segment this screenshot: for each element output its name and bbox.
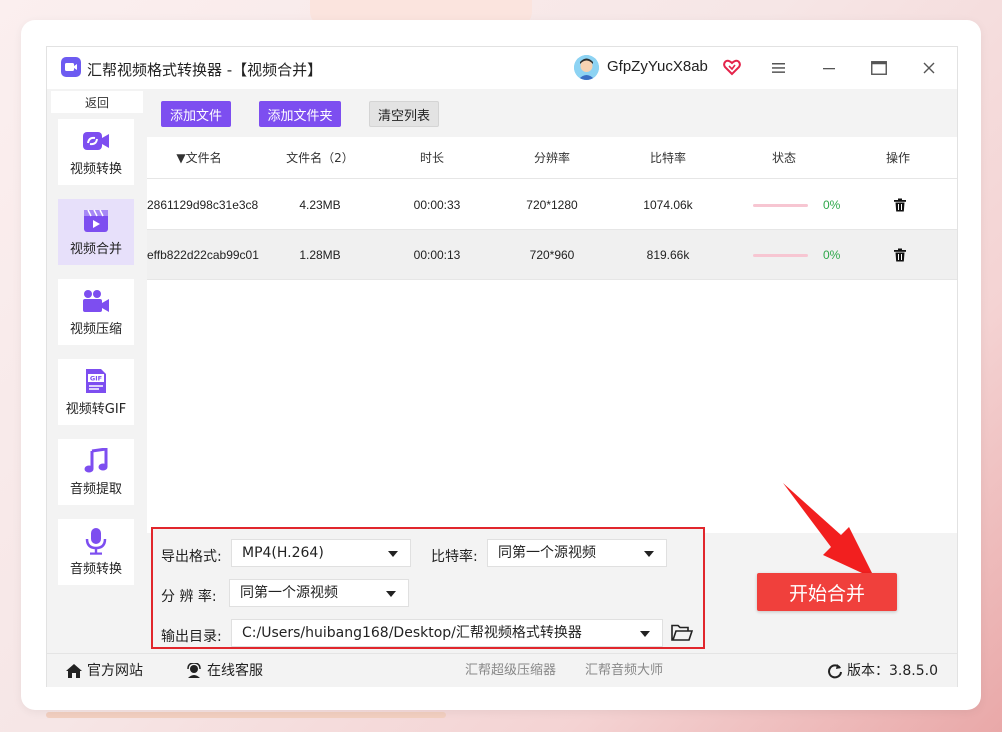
- output-dir-label: 输出目录:: [161, 629, 222, 645]
- back-button[interactable]: 返回: [51, 91, 143, 113]
- resolution-select[interactable]: 同第一个源视频: [229, 579, 409, 607]
- format-value: MP4(H.264): [242, 545, 324, 561]
- close-icon[interactable]: [915, 55, 943, 81]
- output-dir-select[interactable]: C:/Users/huibang168/Desktop/汇帮视频格式转换器: [231, 619, 663, 647]
- sidebar-item-label: 视频转换: [69, 161, 122, 177]
- column-header-actions: 操作: [885, 151, 910, 165]
- table-row[interactable]: 2861129d98c31e3c8 4.23MB 00:00:33 720*12…: [147, 180, 957, 230]
- red-arrow-annotation: [783, 483, 875, 579]
- clear-list-button[interactable]: 清空列表: [369, 101, 439, 127]
- sidebar-item-label: 视频压缩: [69, 321, 122, 337]
- column-header-filename[interactable]: ▼文件名: [171, 137, 227, 179]
- file-name: 2861129d98c31e3c8: [147, 198, 259, 212]
- progress-percent: 0%: [823, 198, 841, 212]
- chevron-down-icon: [644, 551, 654, 557]
- column-header-status: 状态: [771, 151, 796, 165]
- file-bitrate: 819.66k: [646, 248, 690, 262]
- resolution-value: 同第一个源视频: [240, 585, 338, 601]
- window-title: 汇帮视频格式转换器 -【视频合并】: [87, 61, 323, 79]
- online-support-link[interactable]: 在线客服: [185, 654, 263, 688]
- format-select[interactable]: MP4(H.264): [231, 539, 411, 567]
- chevron-down-icon: [640, 631, 650, 637]
- column-header-resolution[interactable]: 分辨率: [517, 137, 587, 179]
- vip-heart-icon[interactable]: [723, 58, 741, 76]
- bitrate-select[interactable]: 同第一个源视频: [487, 539, 667, 567]
- sidebar: 返回 视频转换 视频合并 视频压缩 GIF 视频转GIF 音频提取 音频转换: [47, 89, 145, 653]
- column-header-duration[interactable]: 时长: [407, 137, 457, 179]
- support-label: 在线客服: [207, 663, 263, 679]
- file-duration: 00:00:13: [413, 248, 461, 262]
- user-avatar[interactable]: [574, 55, 599, 80]
- sidebar-item-video-compress[interactable]: 视频压缩: [58, 279, 134, 345]
- title-bar: 汇帮视频格式转换器 -【视频合并】 GfpZyYucX8ab: [47, 47, 957, 89]
- video-compress-icon: [81, 288, 111, 314]
- status-bar: 官方网站 在线客服 汇帮超级压缩器 汇帮音频大师 版本：3.8.5.0: [47, 653, 957, 687]
- progress-bar: [753, 254, 808, 257]
- output-settings-panel: 导出格式: MP4(H.264) 比特率: 同第一个源视频 分 辨 率: 同第一…: [151, 527, 705, 649]
- minimize-icon[interactable]: [815, 55, 843, 81]
- column-header-filename2[interactable]: 文件名（2）: [275, 137, 365, 179]
- resolution-label: 分 辨 率:: [161, 589, 217, 605]
- background-decoration-line: [46, 712, 446, 718]
- video-convert-icon: [81, 128, 111, 154]
- delete-icon[interactable]: [893, 248, 907, 262]
- video-merge-icon: [81, 208, 111, 234]
- chevron-down-icon: [388, 551, 398, 557]
- super-compressor-link[interactable]: 汇帮超级压缩器: [465, 654, 556, 688]
- app-logo-icon: [61, 57, 81, 77]
- menu-icon[interactable]: [765, 55, 793, 81]
- start-merge-button[interactable]: 开始合并: [757, 573, 897, 611]
- delete-icon[interactable]: [893, 198, 907, 212]
- add-file-button[interactable]: 添加文件: [161, 101, 231, 127]
- open-folder-icon[interactable]: [671, 624, 693, 642]
- home-icon: [66, 664, 82, 678]
- customer-service-icon: [187, 663, 201, 678]
- sidebar-item-label: 视频转GIF: [65, 401, 127, 417]
- audio-master-link[interactable]: 汇帮音频大师: [585, 654, 663, 688]
- bitrate-value: 同第一个源视频: [498, 545, 596, 561]
- sidebar-item-label: 音频转换: [69, 561, 122, 577]
- sidebar-item-video-merge[interactable]: 视频合并: [58, 199, 134, 265]
- file-resolution: 720*960: [529, 248, 575, 262]
- file-size: 4.23MB: [299, 198, 341, 212]
- sidebar-item-label: 音频提取: [69, 481, 122, 497]
- maximize-icon[interactable]: [865, 55, 893, 81]
- username[interactable]: GfpZyYucX8ab: [607, 58, 708, 75]
- table-row[interactable]: effb822d22cab99c01 1.28MB 00:00:13 720*9…: [147, 230, 957, 280]
- sidebar-item-audio-extract[interactable]: 音频提取: [58, 439, 134, 505]
- sidebar-item-video-convert[interactable]: 视频转换: [58, 119, 134, 185]
- table-header: ▼文件名 文件名（2） 时长 分辨率 比特率 状态 操作: [147, 137, 957, 179]
- file-size: 1.28MB: [299, 248, 341, 262]
- file-bitrate: 1074.06k: [643, 198, 693, 212]
- file-name: effb822d22cab99c01: [147, 248, 259, 262]
- bitrate-label: 比特率:: [431, 549, 478, 565]
- sidebar-item-label: 视频合并: [69, 241, 122, 257]
- progress-bar: [753, 204, 808, 207]
- music-note-icon: [81, 447, 111, 474]
- format-label: 导出格式:: [161, 549, 222, 565]
- column-header-bitrate[interactable]: 比特率: [633, 137, 703, 179]
- sidebar-item-video-gif[interactable]: GIF 视频转GIF: [58, 359, 134, 425]
- progress-percent: 0%: [823, 248, 841, 262]
- app-window: 汇帮视频格式转换器 -【视频合并】 GfpZyYucX8ab 返回 视频转换 视…: [46, 46, 958, 687]
- chevron-down-icon: [386, 591, 396, 597]
- toolbar: 添加文件 添加文件夹 清空列表: [147, 89, 957, 137]
- version-label: 版本：3.8.5.0: [847, 663, 938, 679]
- version-info[interactable]: 版本：3.8.5.0: [827, 654, 938, 688]
- website-label: 官方网站: [87, 663, 143, 679]
- add-folder-button[interactable]: 添加文件夹: [259, 101, 341, 127]
- refresh-icon: [828, 664, 842, 679]
- file-duration: 00:00:33: [413, 198, 461, 212]
- official-website-link[interactable]: 官方网站: [65, 654, 143, 688]
- output-dir-value: C:/Users/huibang168/Desktop/汇帮视频格式转换器: [242, 625, 582, 641]
- file-resolution: 720*1280: [526, 198, 578, 212]
- gif-icon: GIF: [81, 368, 111, 394]
- sidebar-item-audio-convert[interactable]: 音频转换: [58, 519, 134, 585]
- svg-text:GIF: GIF: [90, 374, 102, 382]
- microphone-icon: [81, 527, 111, 555]
